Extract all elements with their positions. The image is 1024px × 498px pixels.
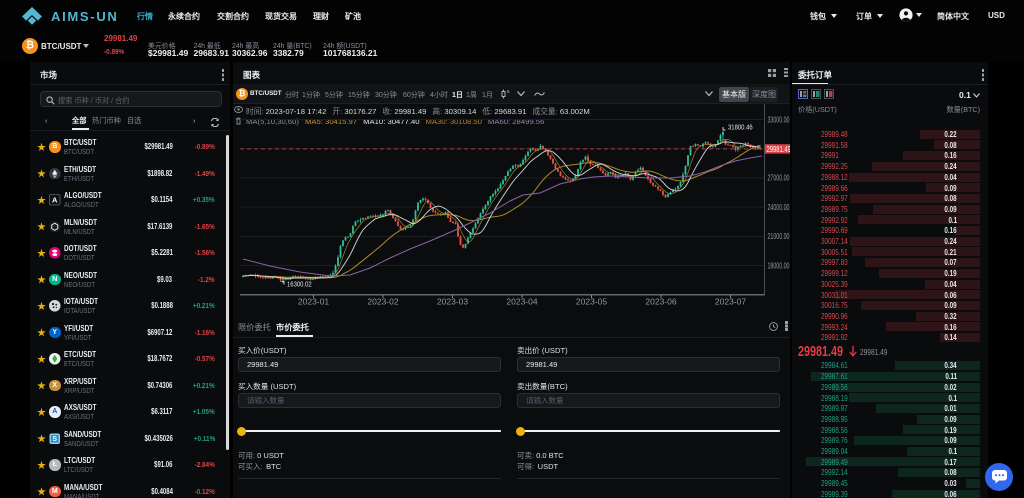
- svg-text:16300.02: 16300.02: [287, 281, 312, 289]
- svg-text:18000.00: 18000.00: [768, 262, 790, 270]
- svg-text:2023-01: 2023-01: [298, 297, 329, 307]
- svg-text:2023-07: 2023-07: [715, 297, 746, 307]
- svg-text:24000.00: 24000.00: [768, 204, 790, 212]
- svg-text:29981.49: 29981.49: [767, 146, 791, 154]
- svg-text:2023-06: 2023-06: [645, 297, 676, 307]
- svg-text:A: A: [52, 196, 58, 205]
- svg-text:33000.00: 33000.00: [768, 116, 790, 124]
- svg-text:27000.00: 27000.00: [768, 175, 790, 183]
- svg-text:2023-05: 2023-05: [576, 297, 607, 307]
- svg-text:2023-04: 2023-04: [506, 297, 537, 307]
- svg-text:S: S: [52, 436, 57, 443]
- svg-text:2023-02: 2023-02: [367, 297, 398, 307]
- svg-text:21000.00: 21000.00: [768, 233, 790, 241]
- svg-text:2023-03: 2023-03: [437, 297, 468, 307]
- svg-text:31800.46: 31800.46: [728, 124, 753, 132]
